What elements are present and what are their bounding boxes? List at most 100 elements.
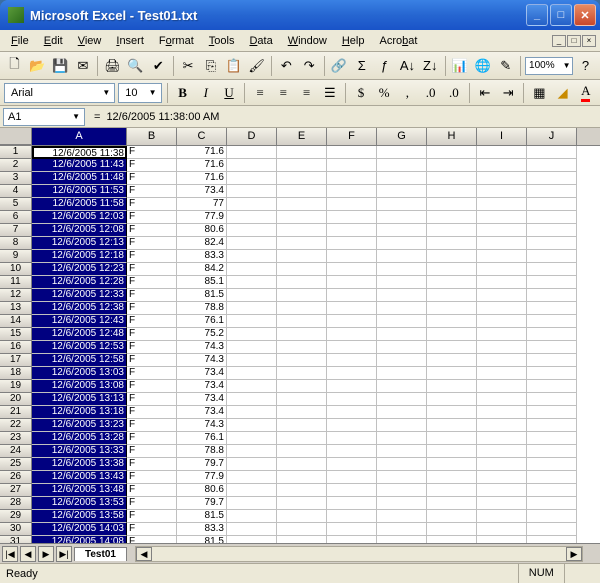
row-header[interactable]: 20 (0, 393, 32, 406)
row-header[interactable]: 26 (0, 471, 32, 484)
cell[interactable] (327, 445, 377, 458)
cell[interactable] (327, 315, 377, 328)
cell[interactable]: 12/6/2005 11:58 (32, 198, 127, 211)
cell[interactable] (227, 250, 277, 263)
cell[interactable]: 76.1 (177, 432, 227, 445)
cell[interactable]: F (127, 406, 177, 419)
cell[interactable] (527, 315, 577, 328)
cell[interactable]: 12/6/2005 11:53 (32, 185, 127, 198)
sort-desc-icon[interactable]: Z↓ (420, 55, 441, 77)
cell[interactable] (377, 224, 427, 237)
cell[interactable] (527, 146, 577, 159)
cell[interactable] (477, 458, 527, 471)
cell[interactable]: 74.3 (177, 419, 227, 432)
cell[interactable] (377, 484, 427, 497)
cell[interactable] (527, 211, 577, 224)
paste-icon[interactable]: 📋 (223, 55, 244, 77)
cell[interactable]: F (127, 484, 177, 497)
cell[interactable] (427, 224, 477, 237)
col-header-D[interactable]: D (227, 128, 277, 145)
cell[interactable] (527, 159, 577, 172)
cell[interactable]: 73.4 (177, 406, 227, 419)
row-header[interactable]: 27 (0, 484, 32, 497)
row-header[interactable]: 6 (0, 211, 32, 224)
row-header[interactable]: 28 (0, 497, 32, 510)
cell[interactable] (427, 419, 477, 432)
cell[interactable]: F (127, 315, 177, 328)
cell[interactable] (327, 211, 377, 224)
cell[interactable] (227, 185, 277, 198)
cell[interactable] (227, 211, 277, 224)
doc-restore-button[interactable]: □ (567, 35, 581, 47)
cell[interactable] (227, 367, 277, 380)
select-all-corner[interactable] (0, 128, 32, 145)
cell[interactable] (477, 315, 527, 328)
hyperlink-icon[interactable]: 🔗 (329, 55, 350, 77)
doc-close-button[interactable]: × (582, 35, 596, 47)
cell[interactable]: 12/6/2005 13:28 (32, 432, 127, 445)
cell[interactable] (227, 302, 277, 315)
cell[interactable]: F (127, 536, 177, 543)
row-header[interactable]: 22 (0, 419, 32, 432)
cell[interactable] (377, 536, 427, 543)
cell[interactable]: F (127, 250, 177, 263)
percent-icon[interactable]: % (374, 82, 394, 104)
cell[interactable] (477, 497, 527, 510)
fill-color-icon[interactable]: ◢ (552, 82, 572, 104)
cell[interactable]: 80.6 (177, 224, 227, 237)
cell[interactable] (527, 276, 577, 289)
cell[interactable] (327, 380, 377, 393)
cell[interactable] (427, 510, 477, 523)
cell[interactable] (427, 497, 477, 510)
cell[interactable] (277, 211, 327, 224)
cell[interactable] (227, 380, 277, 393)
cell[interactable]: F (127, 211, 177, 224)
cell[interactable]: 83.3 (177, 523, 227, 536)
cell[interactable] (527, 367, 577, 380)
cell[interactable] (227, 263, 277, 276)
cell[interactable]: F (127, 380, 177, 393)
copy-icon[interactable]: ⎘ (201, 55, 222, 77)
cell[interactable] (227, 315, 277, 328)
cell[interactable]: 85.1 (177, 276, 227, 289)
cell[interactable]: 78.8 (177, 445, 227, 458)
cell[interactable] (477, 302, 527, 315)
cell[interactable]: 73.4 (177, 367, 227, 380)
cell[interactable]: 73.4 (177, 393, 227, 406)
cell[interactable] (377, 419, 427, 432)
cell[interactable] (277, 289, 327, 302)
cell[interactable]: F (127, 302, 177, 315)
cell[interactable]: 12/6/2005 13:18 (32, 406, 127, 419)
cell[interactable]: 12/6/2005 12:53 (32, 341, 127, 354)
sort-asc-icon[interactable]: A↓ (397, 55, 418, 77)
cell[interactable] (527, 393, 577, 406)
cell[interactable] (277, 432, 327, 445)
cell[interactable] (277, 445, 327, 458)
cell[interactable] (477, 237, 527, 250)
cell[interactable] (327, 341, 377, 354)
cell[interactable] (427, 484, 477, 497)
row-header[interactable]: 9 (0, 250, 32, 263)
cell[interactable] (377, 380, 427, 393)
cell[interactable] (377, 159, 427, 172)
cell[interactable]: F (127, 146, 177, 159)
cell[interactable] (477, 159, 527, 172)
cell[interactable] (527, 302, 577, 315)
zoom-select[interactable]: 100%▼ (525, 57, 573, 75)
cell[interactable] (527, 471, 577, 484)
font-size-select[interactable]: 10▼ (118, 83, 161, 103)
tab-last-button[interactable]: ▶| (56, 546, 72, 562)
cell[interactable]: F (127, 419, 177, 432)
cell[interactable]: 79.7 (177, 458, 227, 471)
cell[interactable]: 76.1 (177, 315, 227, 328)
cell[interactable] (377, 445, 427, 458)
comma-icon[interactable]: , (397, 82, 417, 104)
cell[interactable] (227, 393, 277, 406)
autosum-icon[interactable]: Σ (351, 55, 372, 77)
cell[interactable] (477, 185, 527, 198)
decrease-indent-icon[interactable]: ⇤ (475, 82, 495, 104)
sheet-tab[interactable]: Test01 (74, 547, 127, 561)
cell[interactable]: F (127, 471, 177, 484)
row-header[interactable]: 10 (0, 263, 32, 276)
cell[interactable]: F (127, 276, 177, 289)
